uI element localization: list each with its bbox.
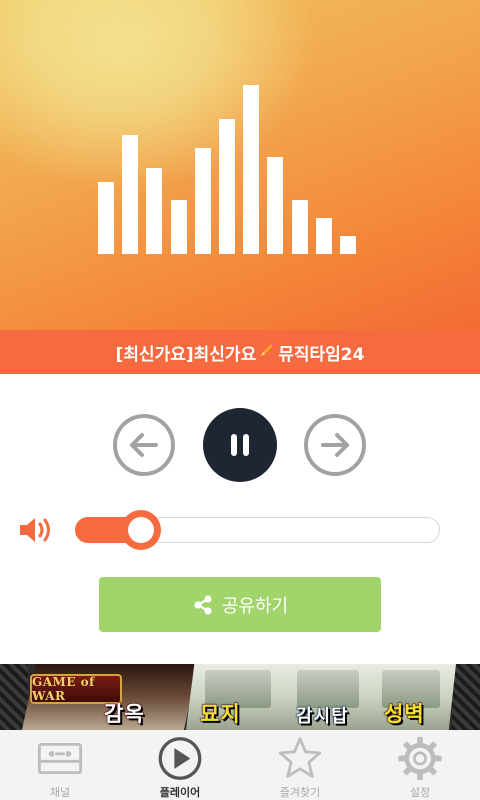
- pause-icon: [231, 434, 249, 456]
- equalizer-bar: [98, 182, 114, 254]
- nav-label-player: 플레이어: [159, 786, 201, 799]
- playback-controls: [0, 408, 480, 482]
- equalizer-visual: [98, 64, 388, 254]
- volume-slider-handle[interactable]: [120, 510, 161, 550]
- ad-word-wall: 성벽: [384, 702, 425, 727]
- pencil-emoji-icon: [258, 341, 276, 364]
- equalizer-bar: [340, 236, 356, 254]
- share-button[interactable]: 공유하기: [99, 577, 381, 632]
- ad-word-prison: 감옥: [104, 702, 145, 727]
- equalizer-bar: [194, 148, 211, 254]
- arrow-left-icon: [130, 433, 158, 457]
- album-artwork: [0, 0, 480, 330]
- previous-button[interactable]: [113, 414, 175, 476]
- nav-item-player[interactable]: 플레이어: [120, 730, 240, 800]
- equalizer-bar: [291, 200, 308, 254]
- cassette-icon: [37, 742, 83, 775]
- share-icon: [194, 594, 212, 615]
- equalizer-bar: [170, 200, 187, 254]
- equalizer-bar: [219, 119, 235, 254]
- bottom-navigation: 채널 플레이어 즐겨찾기 설정: [0, 730, 480, 800]
- speaker-icon[interactable]: [18, 514, 58, 546]
- nav-label-favorites: 즐겨찾기: [279, 786, 321, 799]
- equalizer-bar: [146, 168, 163, 254]
- nav-item-favorites[interactable]: 즐겨찾기: [240, 730, 360, 800]
- equalizer-bar: [267, 157, 284, 254]
- now-playing-title: [최신가요]최신가요 뮤직타임24: [0, 330, 480, 374]
- volume-control: [0, 510, 480, 550]
- ad-word-cemetery: 묘지: [200, 702, 241, 727]
- share-label: 공유하기: [221, 595, 289, 617]
- equalizer-bar: [243, 85, 260, 254]
- nav-label-settings: 설정: [409, 786, 431, 799]
- ad-stripes-left: [0, 664, 28, 730]
- nav-item-channel[interactable]: 채널: [0, 730, 120, 800]
- play-circle-icon: [158, 737, 202, 780]
- gear-icon: [398, 736, 442, 781]
- arrow-right-icon: [321, 433, 349, 457]
- nav-label-channel: 채널: [49, 786, 71, 799]
- pause-button[interactable]: [203, 408, 277, 482]
- ad-banner[interactable]: GAME of WAR 감옥 묘지 감시탑 성벽: [0, 664, 480, 730]
- nav-item-settings[interactable]: 설정: [360, 730, 480, 800]
- title-prefix: [최신가요]최신가요: [115, 344, 257, 365]
- ad-stripes-right: [452, 664, 480, 730]
- next-button[interactable]: [304, 414, 366, 476]
- equalizer-bar: [315, 218, 332, 254]
- ad-word-watchtower: 감시탑: [296, 706, 349, 728]
- star-icon: [278, 737, 322, 778]
- title-suffix: 뮤직타임24: [278, 344, 365, 365]
- equalizer-bar: [122, 135, 139, 254]
